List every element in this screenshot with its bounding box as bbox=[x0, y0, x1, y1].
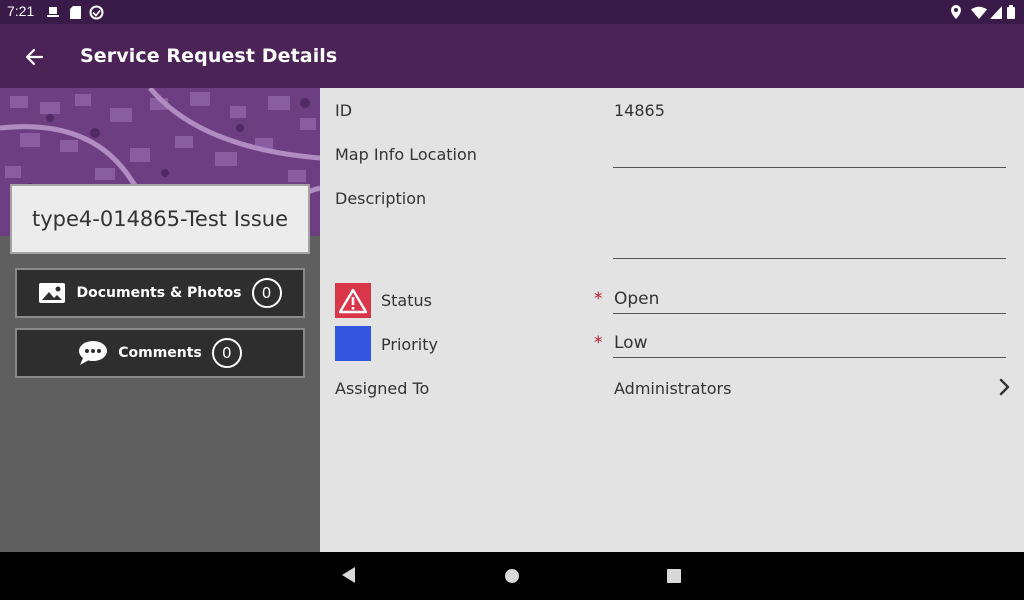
comments-count-badge: 0 bbox=[211, 338, 242, 368]
notification-icon bbox=[47, 5, 59, 19]
comments-label: Comments bbox=[118, 345, 202, 361]
status-field[interactable] bbox=[613, 313, 1006, 314]
page-title: Service Request Details bbox=[80, 45, 338, 67]
left-panel: type4-014865-Test Issue Documents & Phot… bbox=[0, 88, 320, 552]
status-bar: 7:21 bbox=[0, 0, 1024, 24]
priority-color-swatch bbox=[335, 326, 371, 361]
assigned-to-value[interactable]: Administrators bbox=[614, 379, 731, 398]
priority-value[interactable]: Low bbox=[614, 333, 647, 353]
system-nav-bar bbox=[0, 552, 1024, 600]
status-label: Status bbox=[381, 291, 432, 310]
battery-icon bbox=[1007, 5, 1015, 19]
image-icon bbox=[38, 282, 66, 304]
assigned-to-label: Assigned To bbox=[335, 379, 430, 398]
sync-icon bbox=[89, 5, 104, 19]
documents-photos-label: Documents & Photos bbox=[76, 285, 242, 301]
documents-photos-button[interactable]: Documents & Photos 0 bbox=[15, 268, 305, 318]
id-value: 14865 bbox=[614, 101, 665, 120]
id-label: ID bbox=[335, 101, 353, 120]
back-arrow-icon[interactable] bbox=[22, 44, 48, 70]
location-icon bbox=[950, 5, 962, 19]
comments-button[interactable]: Comments 0 bbox=[15, 328, 305, 378]
nav-back-icon[interactable] bbox=[341, 566, 357, 588]
speech-bubble-icon bbox=[78, 340, 108, 366]
wifi-icon bbox=[971, 5, 987, 19]
request-title: type4-014865-Test Issue bbox=[32, 207, 288, 231]
warning-icon bbox=[335, 283, 371, 318]
priority-field[interactable] bbox=[613, 357, 1006, 358]
details-panel: ID 14865 Map Info Location Description S… bbox=[320, 88, 1024, 552]
chevron-right-icon[interactable] bbox=[997, 378, 1011, 396]
status-required-marker: * bbox=[594, 289, 603, 309]
documents-count-badge: 0 bbox=[251, 278, 282, 308]
request-title-box: type4-014865-Test Issue bbox=[10, 184, 310, 254]
map-info-location-label: Map Info Location bbox=[335, 145, 477, 164]
status-time: 7:21 bbox=[7, 3, 35, 19]
nav-recents-icon[interactable] bbox=[666, 568, 682, 588]
signal-icon bbox=[990, 5, 1002, 19]
status-value[interactable]: Open bbox=[614, 289, 659, 309]
nav-home-icon[interactable] bbox=[504, 568, 520, 588]
description-label: Description bbox=[335, 189, 427, 208]
app-bar: Service Request Details bbox=[0, 24, 1024, 88]
priority-required-marker: * bbox=[594, 333, 603, 353]
sd-card-icon bbox=[69, 5, 81, 19]
description-field[interactable] bbox=[613, 258, 1006, 259]
map-info-location-field[interactable] bbox=[613, 167, 1006, 168]
priority-label: Priority bbox=[381, 335, 438, 354]
